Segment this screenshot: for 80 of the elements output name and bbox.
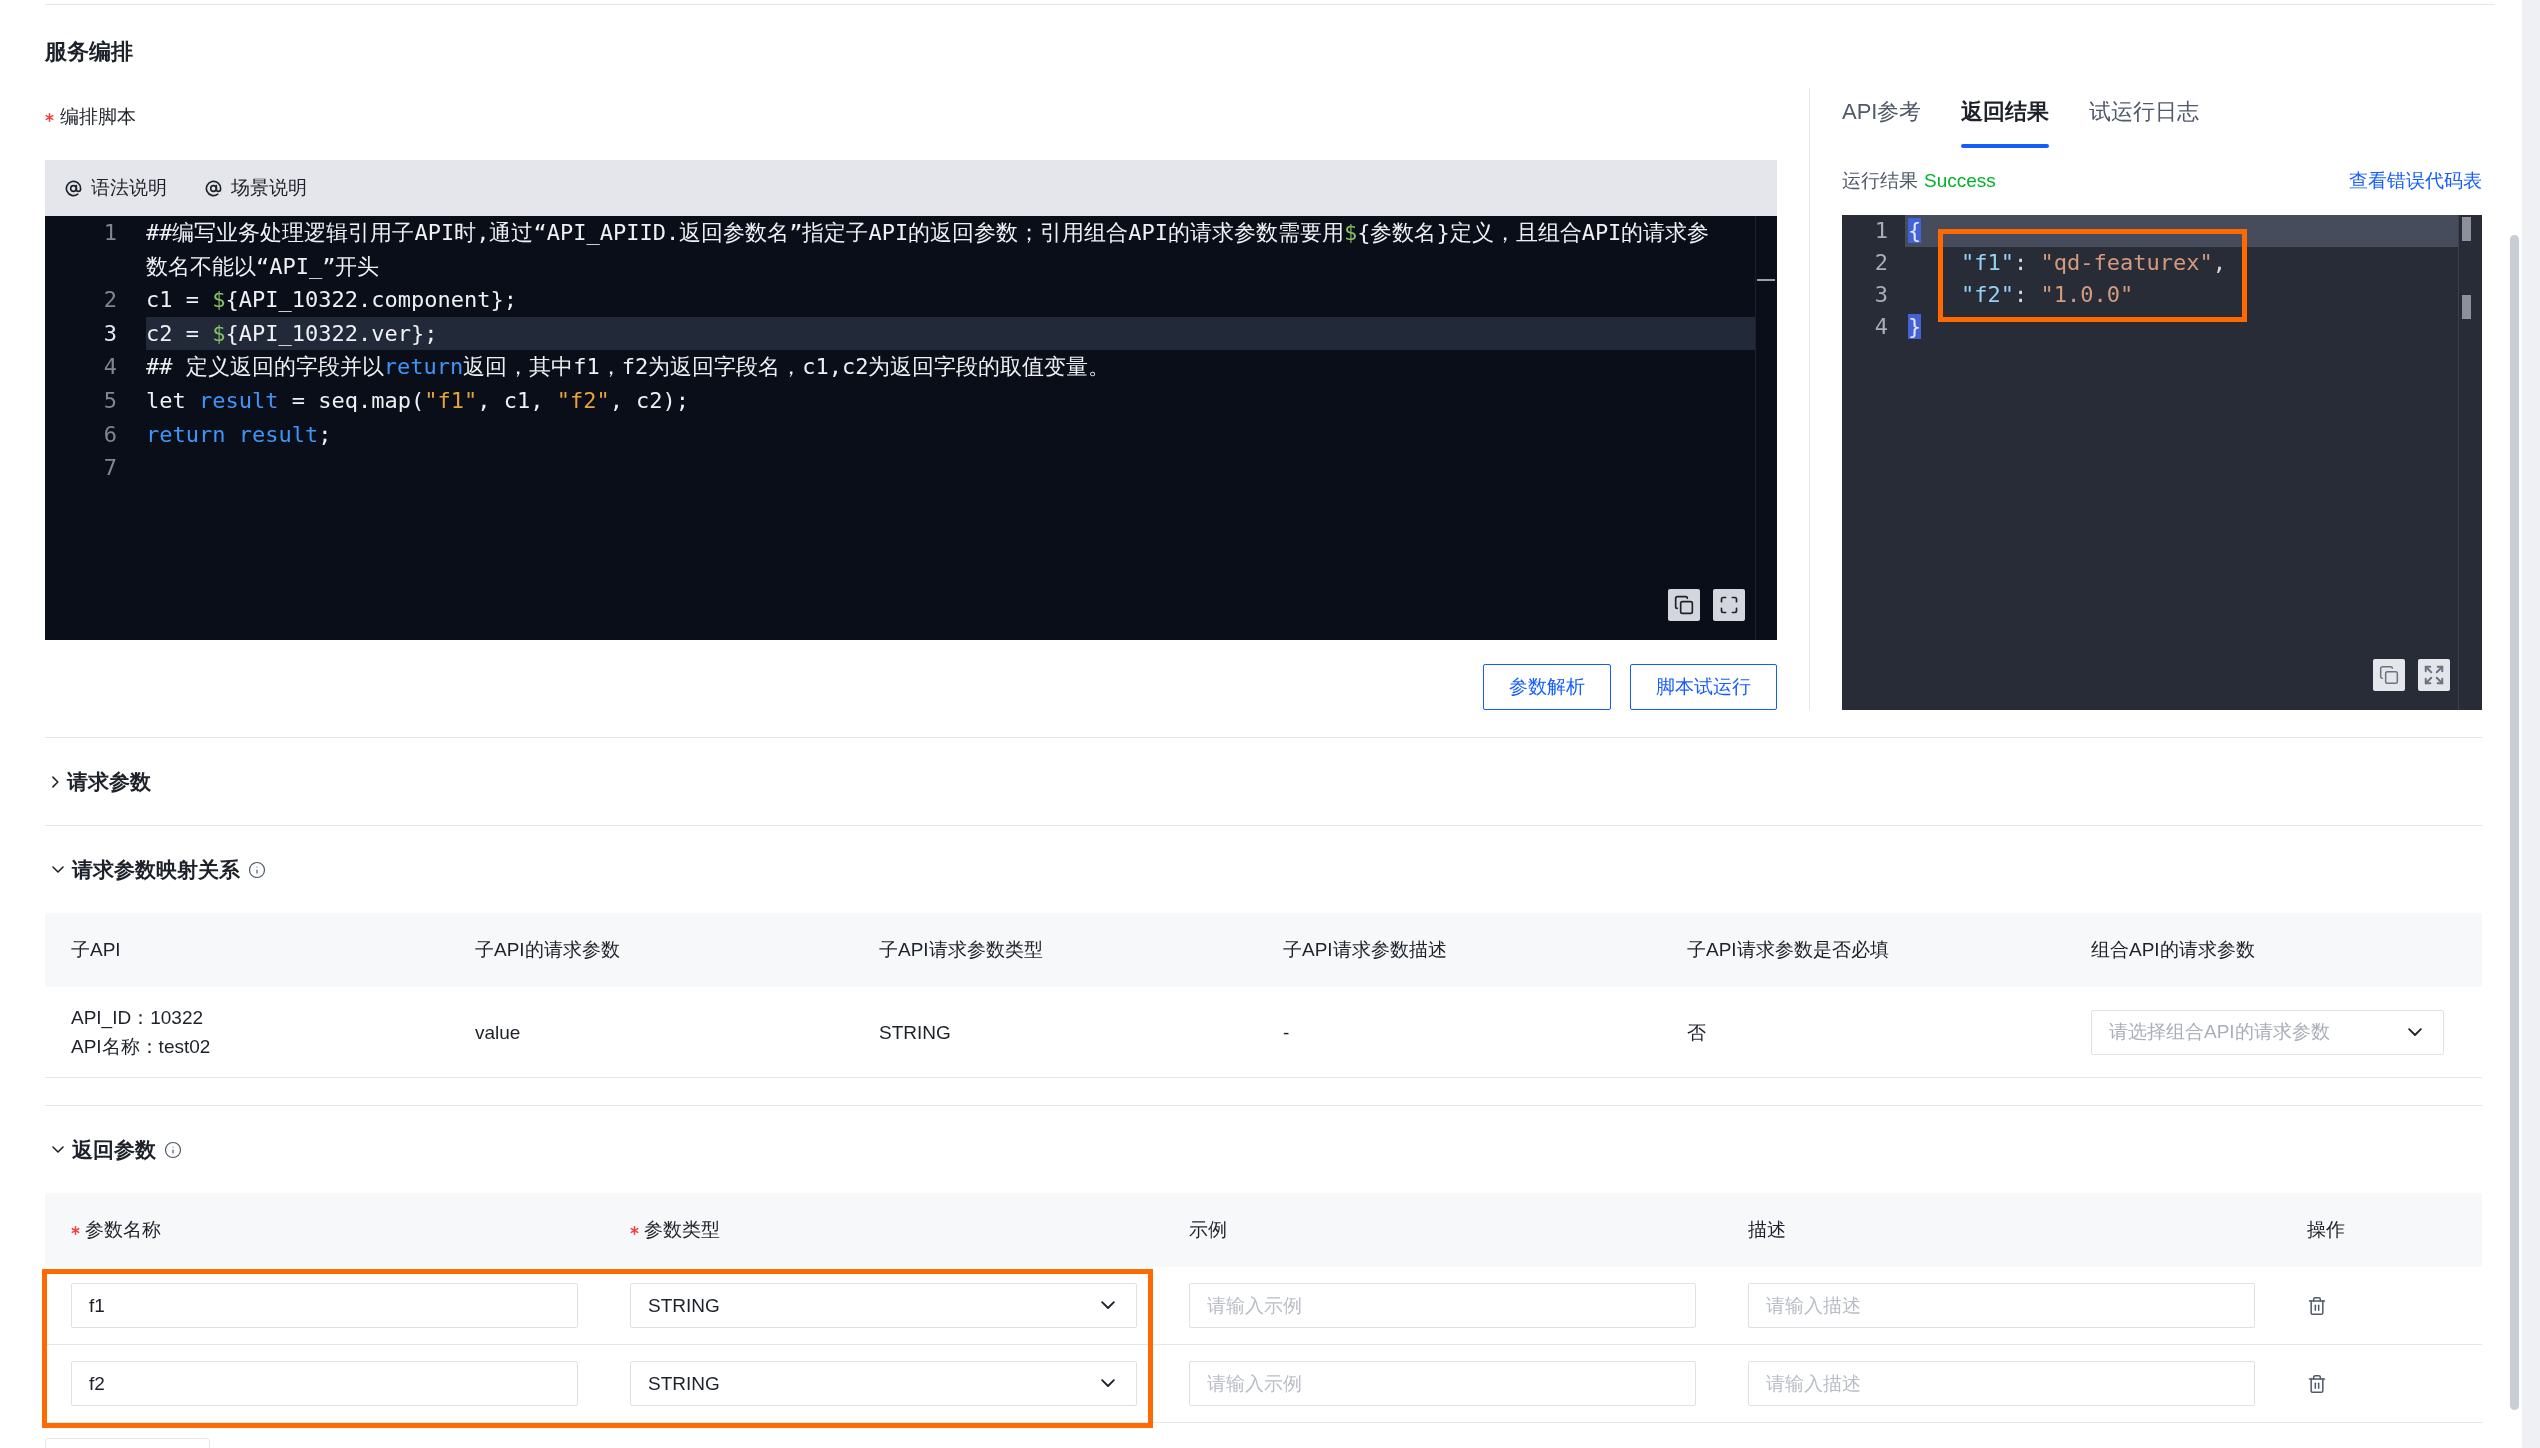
fullscreen-icon [1719,595,1739,615]
tab[interactable]: 返回结果 [1961,88,2050,148]
action-button[interactable]: 脚本试运行 [1630,664,1777,710]
action-button[interactable]: 参数解析 [1483,664,1611,710]
column-header: 子API请求参数类型 [879,938,1043,962]
description-input[interactable]: 请输入描述 [1748,1283,2255,1328]
column-header: 组合API的请求参数 [2091,938,2255,962]
line-number: 2 [1873,249,1889,277]
line-number: 6 [102,420,118,449]
column-header: 子API [71,938,121,962]
example-input[interactable]: 请输入示例 [1189,1283,1696,1328]
line-number: 1 [1873,217,1889,245]
status-value: Success [1924,169,1996,193]
help-link[interactable]: 场景说明 [205,174,307,202]
type-select[interactable]: STRING [630,1361,1137,1406]
page-title: 服务编排 [45,38,133,66]
trash-icon[interactable] [2307,1295,2327,1316]
chevron-down-icon [2408,1027,2422,1037]
scroll-thumb[interactable] [2462,217,2471,241]
column-header: 描述 [1748,1218,1786,1242]
chevron-right-icon [52,775,59,788]
cell-text: - [1283,1020,1290,1045]
copy-icon [2379,665,2399,685]
cell-text: 否 [1687,1020,1706,1045]
column-header: 示例 [1189,1218,1227,1242]
help-link[interactable]: 语法说明 [65,174,167,202]
trash-icon[interactable] [2307,1373,2327,1394]
info-icon [248,860,266,879]
section-toggle[interactable]: 请求参数 [52,766,151,797]
page-scrollbar[interactable] [2510,235,2519,1410]
column-header: 操作 [2307,1218,2345,1242]
code-line: return result; [146,420,333,449]
line-number: 3 [1873,281,1889,309]
code-line: "f1": "qd-featurex", [1959,249,2227,277]
line-number: 4 [102,353,118,382]
chevron-down-icon [1101,1379,1115,1388]
code-editor[interactable] [45,216,1777,640]
overview-ruler-mark [1757,279,1775,281]
at-sign-icon [205,179,222,197]
copy-button[interactable] [1668,589,1700,621]
section-toggle[interactable]: 返回参数 [52,1134,156,1165]
description-input[interactable]: 请输入描述 [1748,1361,2255,1406]
line-number: 5 [102,386,118,415]
line-number: 7 [102,454,118,483]
example-input[interactable]: 请输入示例 [1189,1361,1696,1406]
code-line: ## 定义返回的字段并以return返回，其中f1，f2为返回字段名，c1,c2为返回字段的取值变量。 [146,353,1112,382]
line-number: 1 [102,219,118,247]
chevron-down-icon [52,865,64,874]
info-icon [164,1140,182,1159]
expand-arrows-icon [2423,664,2445,686]
line-number: 2 [102,286,118,315]
column-header: 子API请求参数描述 [1283,938,1447,962]
line-number: 4 [1873,313,1889,341]
column-header: 子API的请求参数 [475,938,620,962]
overview-ruler-mark [2462,295,2471,319]
chevron-down-icon [1101,1301,1115,1310]
cell-text: STRING [879,1020,951,1045]
column-header: 参数类型 [644,1218,720,1242]
code-line: c1 = ${API_10322.component}; [146,286,518,315]
code-line: "f2": "1.0.0" [1959,281,2135,309]
line-number: 3 [102,319,118,348]
at-sign-icon [65,179,82,197]
cell-text: API名称：test02 [71,1035,211,1059]
cell-text: API_ID：10322 [71,1006,204,1031]
name-input[interactable]: f2 [71,1361,578,1406]
name-input[interactable]: f1 [71,1283,578,1328]
section-toggle[interactable]: 请求参数映射关系 [52,854,240,885]
tab[interactable]: API参考 [1842,88,1922,148]
field-label: 编排脚本 [60,105,136,129]
error-code-link[interactable]: 查看错误代码表 [2349,166,2482,196]
cell-text: value [475,1020,521,1045]
chevron-down-icon [52,1145,64,1154]
status-label: 运行结果 [1842,169,1918,193]
fullscreen-button[interactable] [1713,589,1745,621]
type-select[interactable]: STRING [630,1283,1137,1328]
code-line: let result = seq.map("f1", c1, "f2", c2); [146,386,691,415]
copy-icon [1674,595,1694,615]
tab[interactable]: 试运行日志 [2089,88,2200,148]
column-header: 参数名称 [85,1218,161,1242]
column-header: 子API请求参数是否必填 [1687,938,1889,962]
